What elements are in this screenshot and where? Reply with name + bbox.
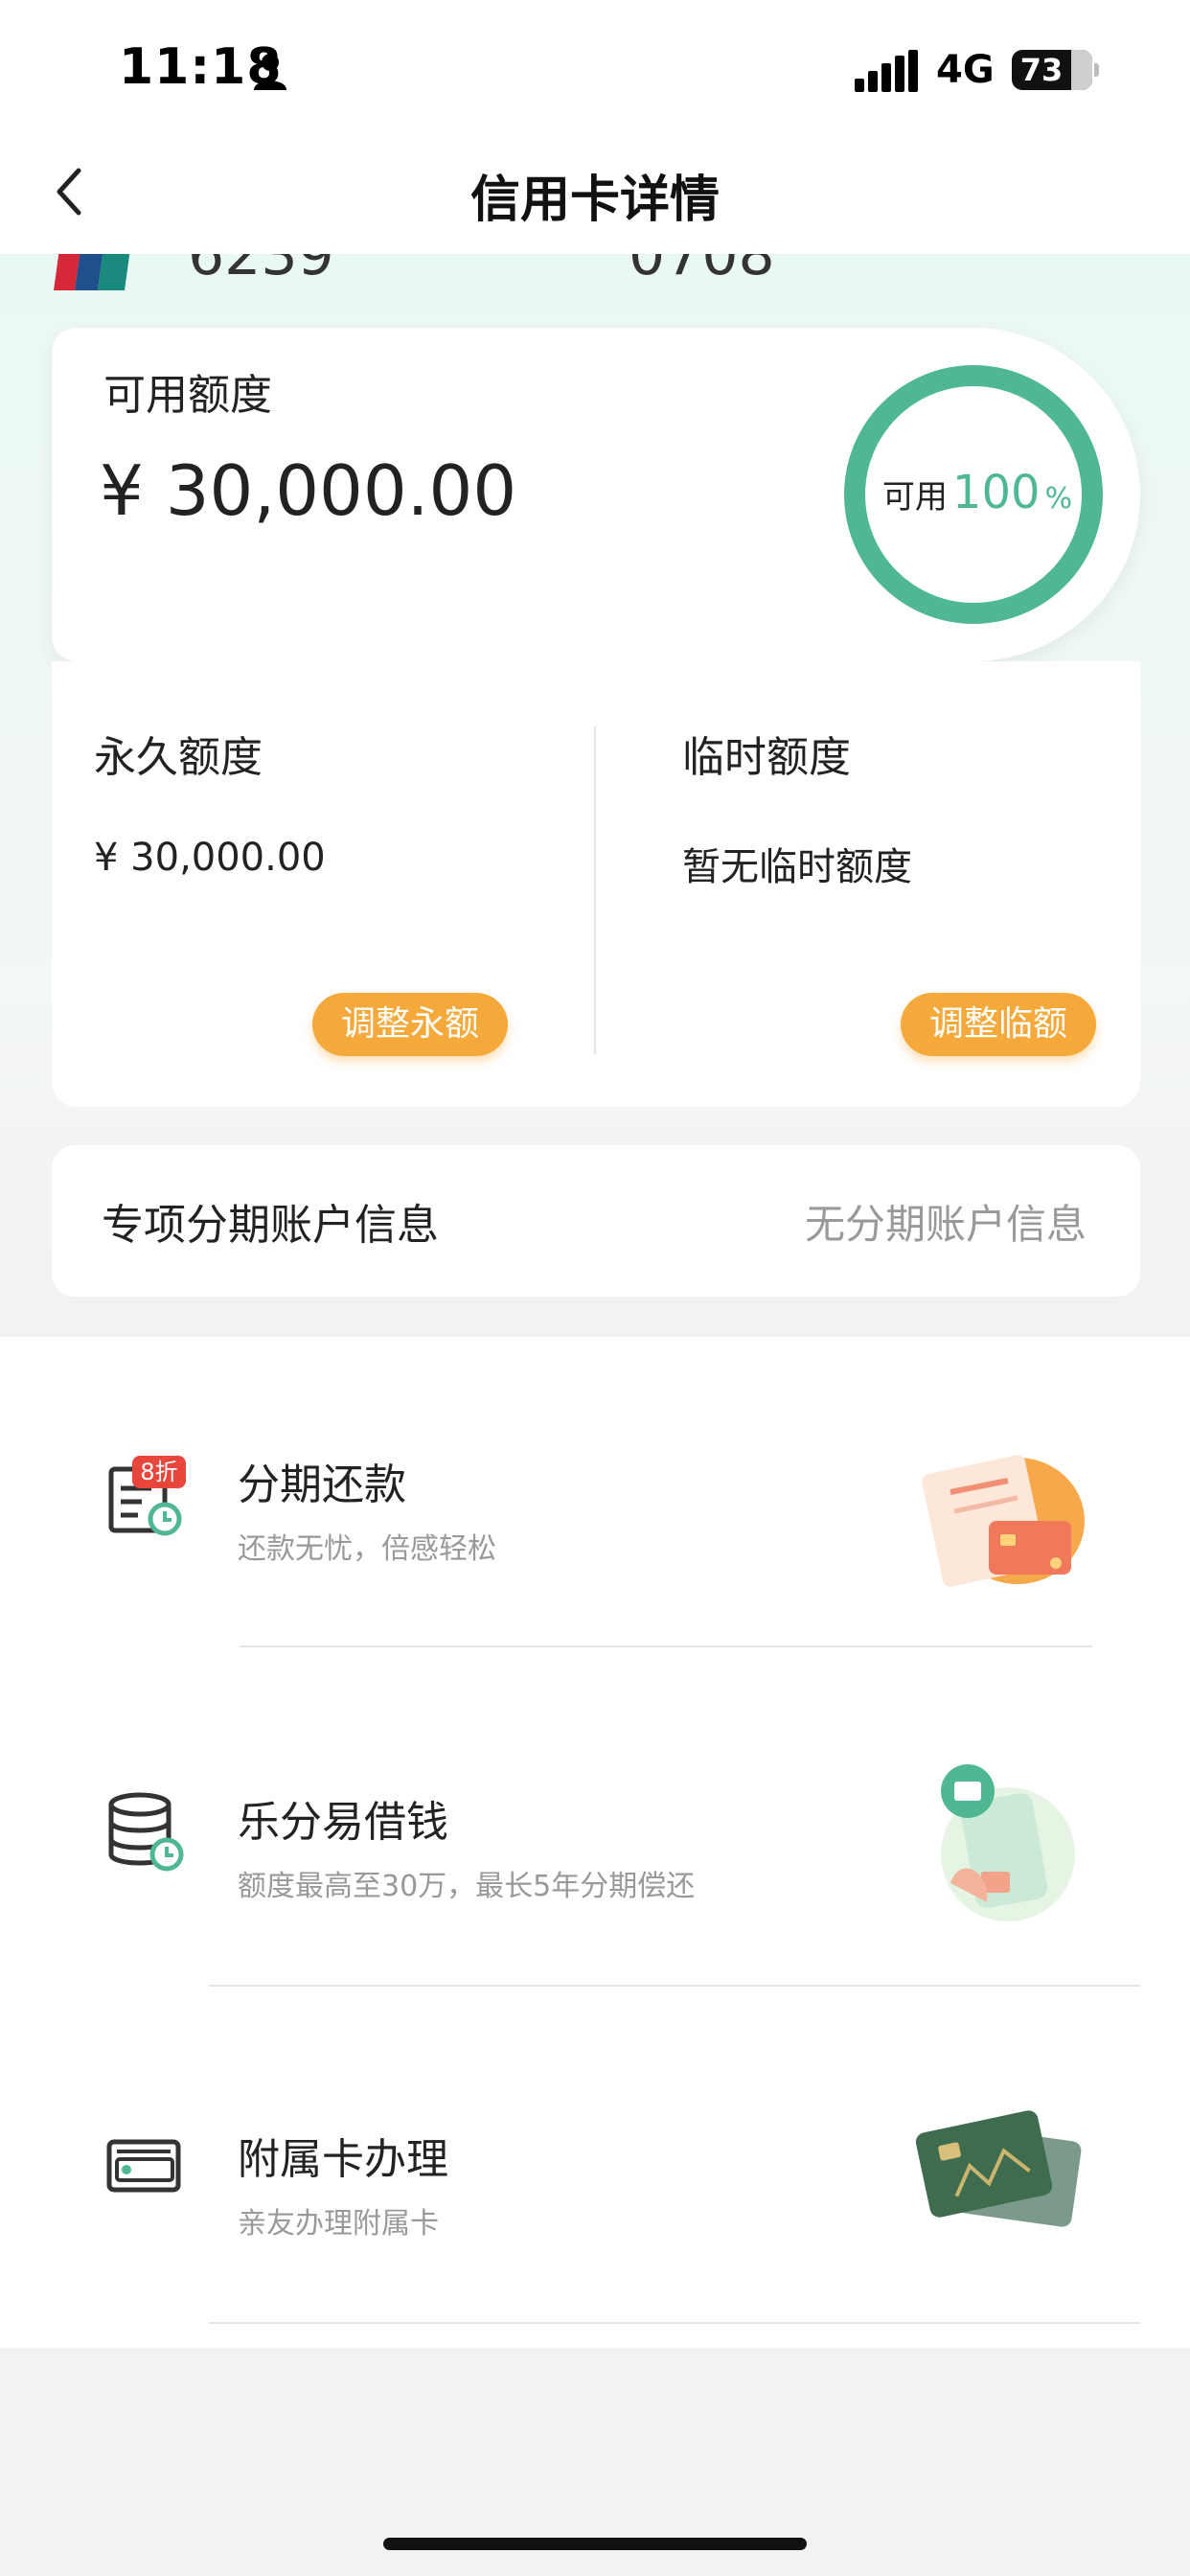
adjust-permanent-button[interactable]: 调整永额: [312, 993, 508, 1056]
divider: [209, 2322, 1140, 2324]
services-list: 8折 分期还款 还款无忧，倍感轻松 乐分易借钱 额度最高至30万，最长5年分期偿…: [0, 1337, 1190, 2348]
ring-text: 可用 100 %: [872, 466, 1083, 519]
temporary-quota-value: 暂无临时额度: [682, 845, 912, 889]
service-title: 乐分易借钱: [238, 1798, 448, 1847]
temporary-quota-label: 临时额度: [682, 733, 851, 782]
page-title: 信用卡详情: [469, 172, 720, 229]
service-subtitle: 亲友办理附属卡: [238, 2207, 439, 2241]
ring-unit: %: [1044, 482, 1073, 516]
card-icon: [106, 2139, 181, 2193]
ring-label: 可用: [881, 478, 948, 517]
unionpay-logo: [54, 254, 130, 290]
service-subtitle: 还款无忧，倍感轻松: [238, 1532, 496, 1566]
card-number-right: 0708: [629, 254, 775, 288]
signal-icon: [855, 50, 918, 92]
installment-illustration: [922, 1455, 1085, 1587]
home-indicator[interactable]: [383, 2538, 807, 2550]
installment-account-label: 专项分期账户信息: [102, 1201, 439, 1250]
available-credit-amount: ¥ 30,000.00: [100, 450, 517, 531]
card-number-left: 6239: [188, 254, 334, 288]
divider: [240, 1645, 1092, 1647]
person-icon: [254, 54, 286, 90]
service-title: 附属卡办理: [238, 2135, 448, 2184]
service-subtitle: 额度最高至30万，最长5年分期偿还: [238, 1870, 696, 1903]
coin-stack-clock-icon: [108, 1792, 184, 1872]
battery-tip: [1094, 63, 1099, 77]
discount-badge: 8折: [132, 1456, 186, 1488]
divider: [209, 1985, 1140, 1987]
permanent-quota-value: ¥ 30,000.00: [94, 836, 326, 880]
ring-value: 100: [951, 466, 1041, 519]
service-title: 分期还款: [238, 1460, 406, 1509]
battery-level: 73: [1019, 52, 1064, 88]
battery-icon: 73: [1012, 50, 1092, 90]
network-type: 4G: [936, 48, 995, 92]
permanent-quota-label: 永久额度: [94, 733, 263, 782]
quota-divider: [594, 726, 596, 1054]
installment-account-value: 无分期账户信息: [804, 1201, 1087, 1248]
loan-illustration: [941, 1764, 1075, 1921]
adjust-temporary-button[interactable]: 调整临额: [901, 993, 1096, 1056]
supplementary-card-illustration: [915, 2110, 1082, 2227]
available-credit-label: 可用额度: [103, 371, 272, 420]
